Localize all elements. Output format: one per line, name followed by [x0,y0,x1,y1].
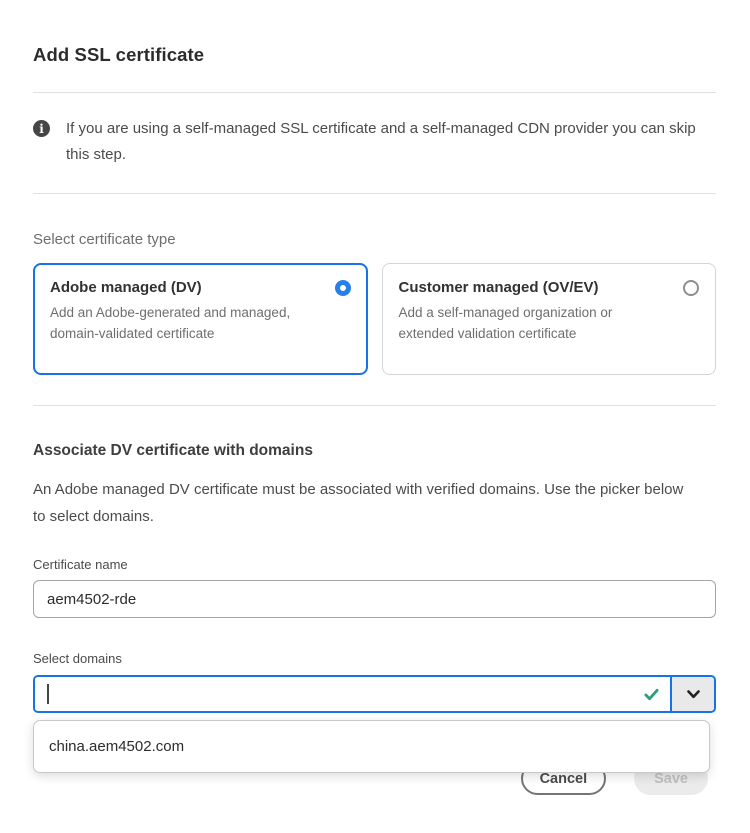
radio-unselected-icon[interactable] [683,280,699,296]
add-ssl-certificate-dialog: Add SSL certificate i If you are using a… [0,44,750,795]
select-domains-label: Select domains [33,651,716,666]
radio-selected-icon[interactable] [335,280,351,296]
domains-section-description: An Adobe managed DV certificate must be … [33,476,695,530]
info-note: i If you are using a self-managed SSL ce… [33,116,716,168]
select-domains-combobox: china.aem4502.com [33,675,716,713]
domains-dropdown-popover: china.aem4502.com [33,720,710,773]
domains-input-group [33,675,716,713]
chevron-down-icon [687,690,700,699]
info-circle-icon: i [33,120,50,137]
divider [33,92,716,93]
domains-dropdown-button[interactable] [670,677,714,711]
card-title: Adobe managed (DV) [50,279,202,296]
info-note-text: If you are using a self-managed SSL cert… [66,116,714,168]
checkmark-icon [644,687,659,702]
domain-option-item[interactable]: china.aem4502.com [34,721,709,772]
page-title: Add SSL certificate [33,44,716,66]
divider [33,405,716,406]
certificate-name-label: Certificate name [33,557,716,572]
certificate-type-card-adobe-managed[interactable]: Adobe managed (DV) Add an Adobe-generate… [33,263,368,375]
card-description: Add a self-managed organization or exten… [399,302,649,344]
card-description: Add an Adobe-generated and managed, doma… [50,302,300,344]
domains-text-input[interactable] [35,677,670,711]
card-title: Customer managed (OV/EV) [399,279,599,296]
certificate-type-card-customer-managed[interactable]: Customer managed (OV/EV) Add a self-mana… [382,263,717,375]
certificate-type-options: Adobe managed (DV) Add an Adobe-generate… [33,263,716,375]
divider [33,193,716,194]
certificate-name-input[interactable] [33,580,716,618]
text-cursor [47,684,49,704]
certificate-type-label: Select certificate type [33,231,716,248]
domains-section-heading: Associate DV certificate with domains [33,442,716,460]
